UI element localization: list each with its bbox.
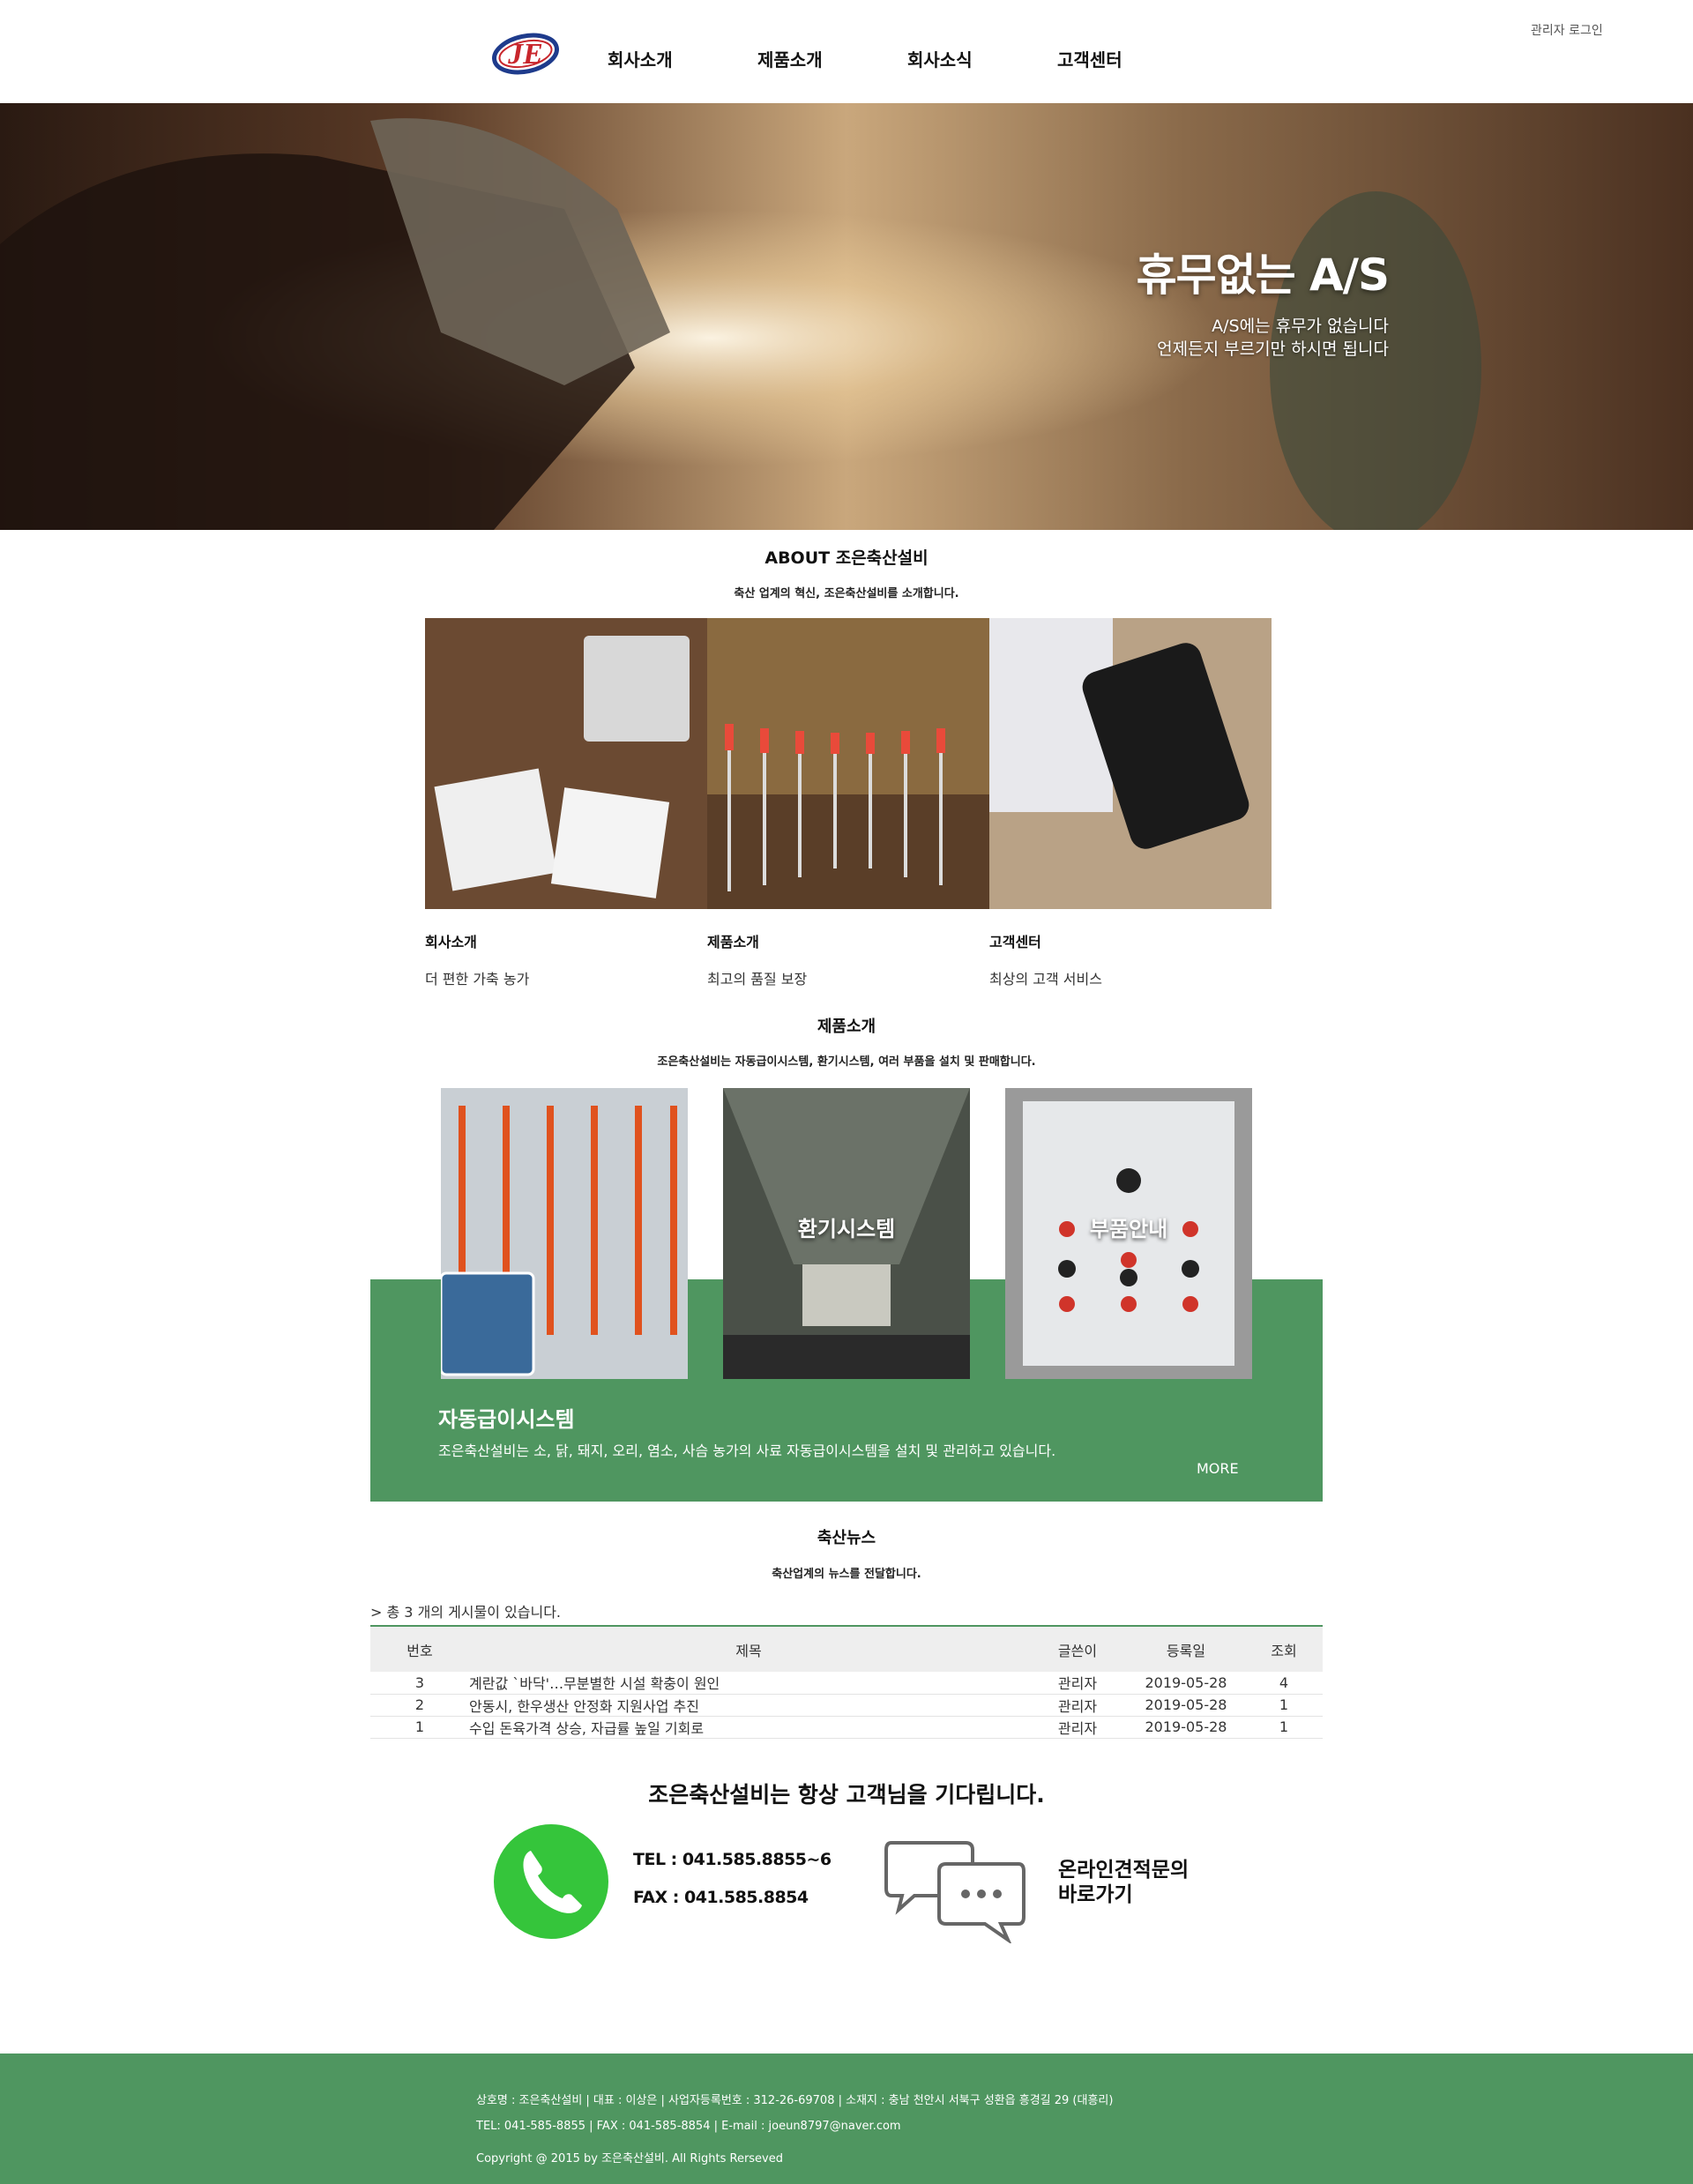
col-writer: 글쓴이 bbox=[1028, 1625, 1127, 1672]
product-label-parts: 부품안내 bbox=[1089, 1217, 1168, 1241]
hero-title: 휴무없는 A/S bbox=[1136, 250, 1390, 301]
col-date: 등록일 bbox=[1127, 1625, 1245, 1672]
about-label-support: 고객센터 bbox=[989, 934, 1041, 950]
news-subtitle: 축산업계의 뉴스를 전달합니다. bbox=[772, 1568, 921, 1581]
products-subtitle: 조은축산설비는 자동급이시스템, 환기시스템, 여러 부품을 설치 및 판매합니… bbox=[657, 1055, 1036, 1069]
online-quote-line-1: 온라인견적문의 bbox=[1058, 1859, 1190, 1882]
row-date: 2019-05-28 bbox=[1127, 1716, 1245, 1739]
about-label-products: 제품소개 bbox=[707, 934, 759, 950]
product-label-ventilation: 환기시스템 bbox=[797, 1217, 896, 1241]
row-hits: 1 bbox=[1245, 1716, 1323, 1739]
footer-contact-info: TEL: 041-585-8855 | FAX : 041-585-8854 |… bbox=[476, 2120, 901, 2133]
row-date: 2019-05-28 bbox=[1127, 1694, 1245, 1717]
col-number: 번호 bbox=[370, 1625, 469, 1672]
featured-product-title: 자동급이시스템 bbox=[438, 1407, 575, 1432]
contact-fax: FAX : 041.585.8854 bbox=[633, 1888, 809, 1907]
product-card-ventilation[interactable]: 환기시스템 bbox=[723, 1088, 970, 1379]
online-quote-line-2: 바로가기 bbox=[1058, 1883, 1133, 1906]
product-card-auto-feeding[interactable] bbox=[441, 1088, 688, 1379]
row-writer: 관리자 bbox=[1028, 1672, 1127, 1695]
products-title: 제품소개 bbox=[817, 1017, 876, 1036]
row-hits: 4 bbox=[1245, 1672, 1323, 1695]
about-desc-company: 더 편한 가축 농가 bbox=[425, 971, 530, 988]
news-count: > 총 3 개의 게시물이 있습니다. bbox=[370, 1604, 562, 1621]
row-subject-link[interactable]: 계란값 `바닥'…무분별한 시설 확충이 원인 bbox=[469, 1672, 1028, 1695]
row-subject-link[interactable]: 수입 돈육가격 상승, 자급률 높일 기회로 bbox=[469, 1716, 1028, 1739]
news-table: 번호 제목 글쓴이 등록일 조회 3 계란값 `바닥'…무분별한 시설 확충이 … bbox=[370, 1625, 1323, 1739]
col-subject: 제목 bbox=[469, 1625, 1028, 1672]
row-writer: 관리자 bbox=[1028, 1716, 1127, 1739]
hero-line-2: 언제든지 부르기만 하시면 됩니다 bbox=[1157, 339, 1389, 359]
about-desc-products: 최고의 품질 보장 bbox=[707, 971, 808, 988]
hero-line-1: A/S에는 휴무가 없습니다 bbox=[1212, 317, 1389, 336]
table-row[interactable]: 2 안동시, 한우생산 안정화 지원사업 추진 관리자 2019-05-28 1 bbox=[370, 1694, 1323, 1717]
nav-item-company[interactable]: 회사소개 bbox=[608, 46, 673, 71]
table-row[interactable]: 1 수입 돈육가격 상승, 자급률 높일 기회로 관리자 2019-05-28 … bbox=[370, 1716, 1323, 1739]
about-image-products[interactable] bbox=[707, 618, 989, 909]
company-logo[interactable]: JE bbox=[490, 26, 561, 78]
online-quote-link[interactable]: 온라인견적문의 바로가기 bbox=[1058, 1858, 1189, 1907]
about-image-support[interactable] bbox=[989, 618, 1272, 909]
nav-item-news[interactable]: 회사소식 bbox=[907, 46, 973, 71]
about-desc-support: 최상의 고객 서비스 bbox=[989, 971, 1102, 988]
row-number: 1 bbox=[370, 1716, 469, 1739]
logo-text: JE bbox=[507, 38, 543, 71]
admin-login-link[interactable]: 관리자 로그인 bbox=[1531, 21, 1603, 39]
about-image-company[interactable] bbox=[425, 618, 707, 909]
row-date: 2019-05-28 bbox=[1127, 1672, 1245, 1695]
nav-item-products[interactable]: 제품소개 bbox=[757, 46, 823, 71]
featured-product-desc: 조은축산설비는 소, 닭, 돼지, 오리, 염소, 사슴 농가의 사료 자동급이… bbox=[438, 1442, 1056, 1459]
chat-bubbles-icon[interactable] bbox=[884, 1837, 1027, 1943]
footer-company-info: 상호명 : 조은축산설비 | 대표 : 이상은 | 사업자등록번호 : 312-… bbox=[476, 2094, 1114, 2107]
row-number: 2 bbox=[370, 1694, 469, 1717]
product-card-parts[interactable]: 부품안내 bbox=[1005, 1088, 1252, 1379]
footer-copyright: Copyright @ 2015 by 조은축산설비. All Rights R… bbox=[476, 2152, 783, 2165]
row-writer: 관리자 bbox=[1028, 1694, 1127, 1717]
col-hits: 조회 bbox=[1245, 1625, 1323, 1672]
about-title: ABOUT 조은축산설비 bbox=[764, 548, 929, 568]
nav-item-support[interactable]: 고객센터 bbox=[1057, 46, 1122, 71]
table-row[interactable]: 3 계란값 `바닥'…무분별한 시설 확충이 원인 관리자 2019-05-28… bbox=[370, 1672, 1323, 1695]
row-subject-link[interactable]: 안동시, 한우생산 안정화 지원사업 추진 bbox=[469, 1694, 1028, 1717]
site-header: JE 회사소개 제품소개 회사소식 고객센터 관리자 로그인 bbox=[0, 0, 1693, 103]
about-subtitle: 축산 업계의 혁신, 조은축산설비를 소개합니다. bbox=[734, 587, 959, 600]
about-label-company: 회사소개 bbox=[425, 934, 477, 950]
hero-welding-image bbox=[0, 103, 1693, 530]
news-title: 축산뉴스 bbox=[817, 1529, 876, 1547]
row-number: 3 bbox=[370, 1672, 469, 1695]
phone-icon bbox=[494, 1824, 608, 1939]
site-footer: 상호명 : 조은축산설비 | 대표 : 이상은 | 사업자등록번호 : 312-… bbox=[0, 2054, 1693, 2184]
contact-title: 조은축산설비는 항상 고객님을 기다립니다. bbox=[648, 1782, 1045, 1808]
hero-banner: 휴무없는 A/S A/S에는 휴무가 없습니다 언제든지 부르기만 하시면 됩니… bbox=[0, 103, 1693, 530]
row-hits: 1 bbox=[1245, 1694, 1323, 1717]
contact-tel: TEL : 041.585.8855~6 bbox=[633, 1850, 832, 1869]
more-link[interactable]: MORE bbox=[1197, 1460, 1239, 1477]
news-table-header: 번호 제목 글쓴이 등록일 조회 bbox=[370, 1625, 1323, 1672]
